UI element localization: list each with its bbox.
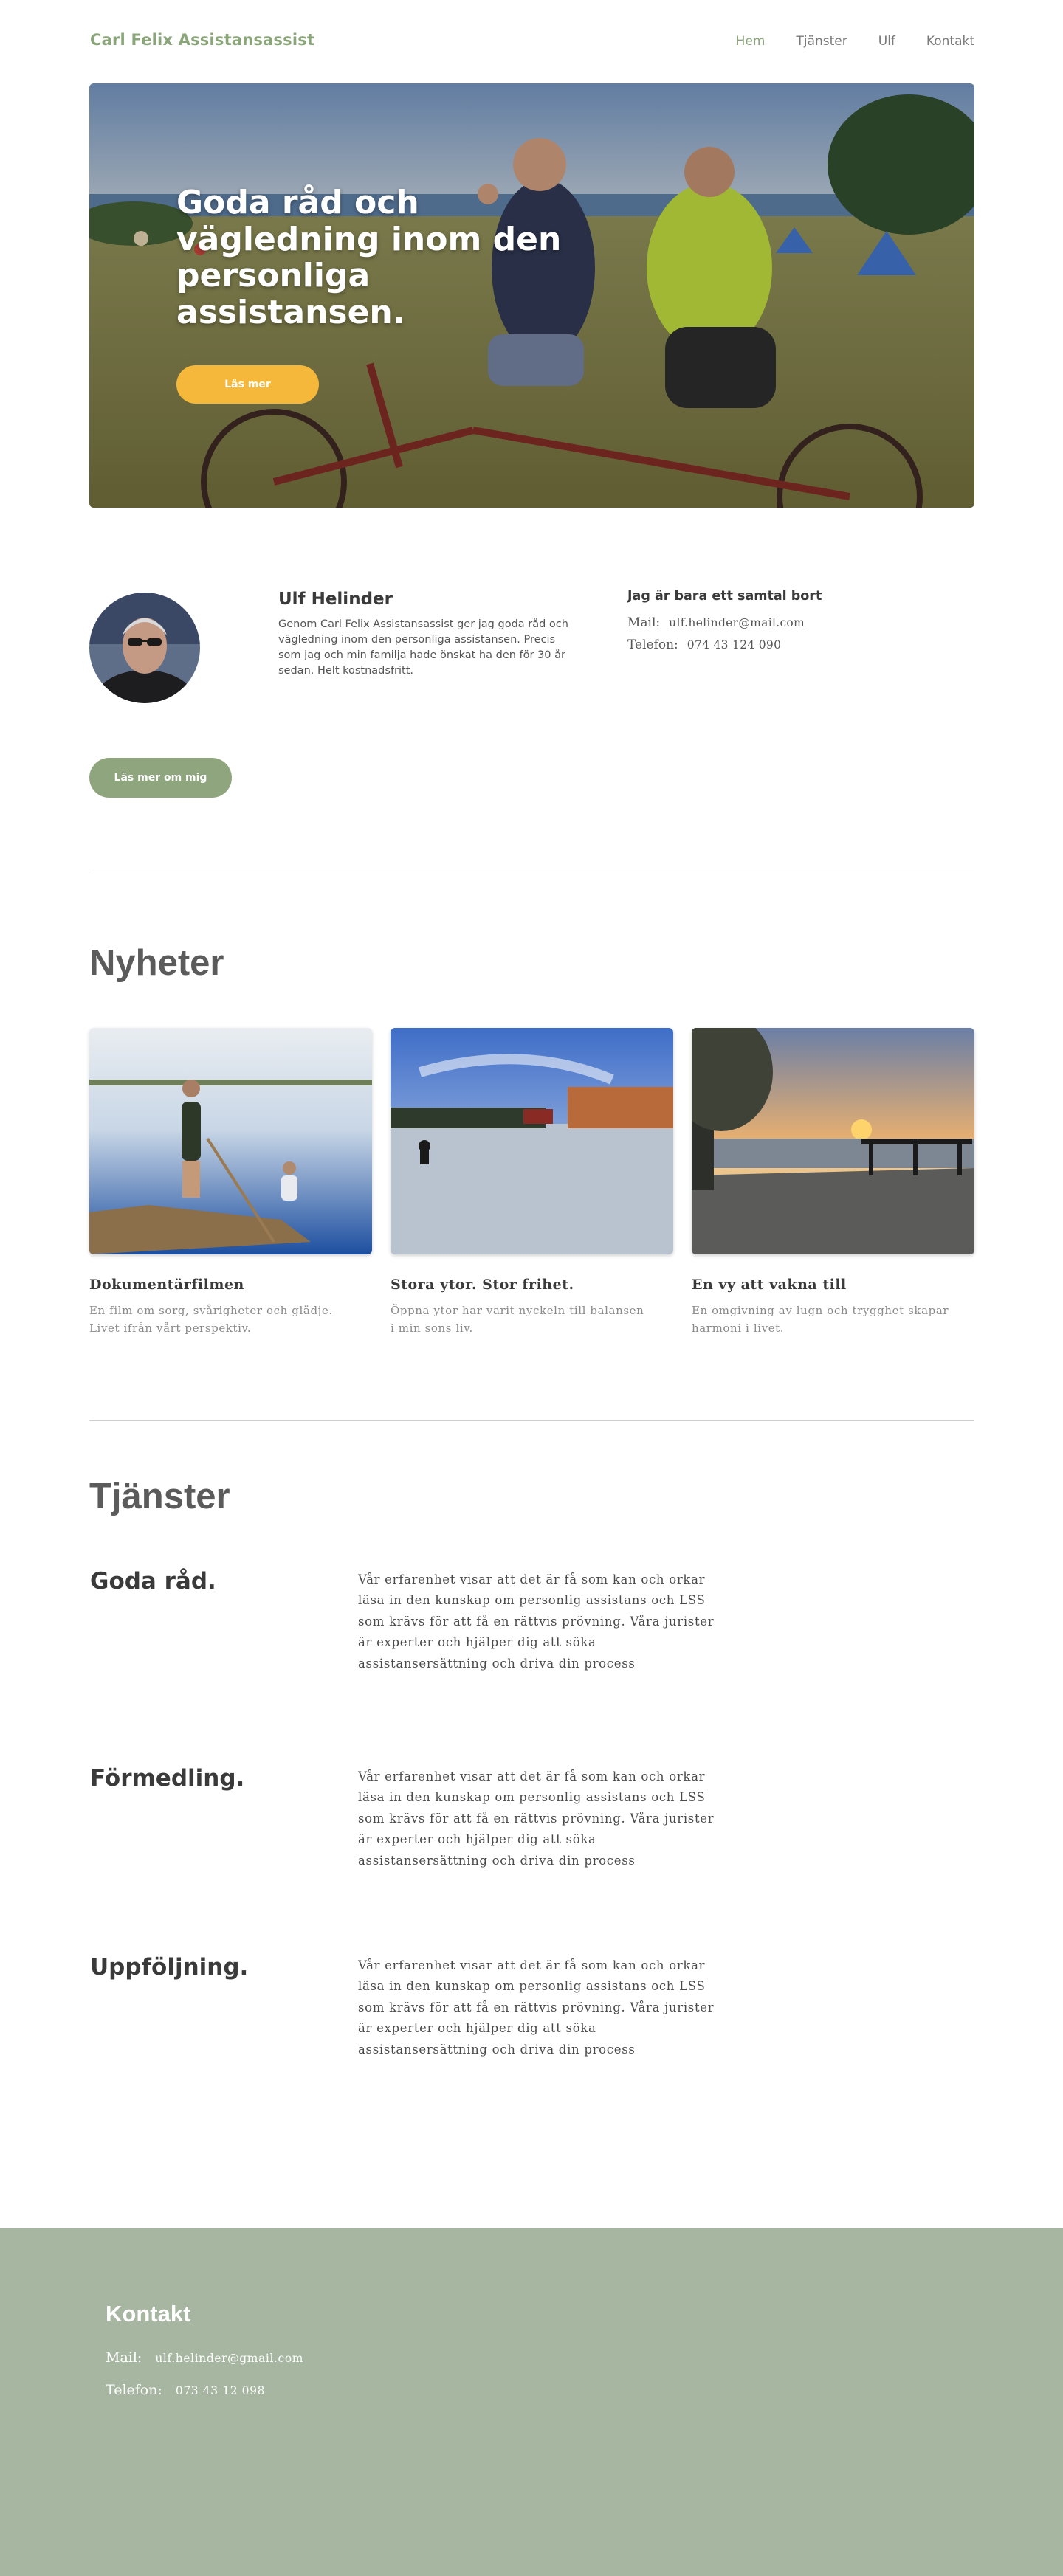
news-title[interactable]: Dokumentärfilmen — [89, 1277, 372, 1293]
news-desc: En omgivning av lugn och trygghet skapar… — [692, 1304, 949, 1335]
news-card[interactable]: Stora ytor. Stor frihet. Öppna ytor har … — [391, 1028, 673, 1337]
service-text: Vår erfarenhet visar att det är få som k… — [358, 1572, 715, 1671]
footer-title: Kontakt — [106, 2301, 191, 2327]
news-image — [89, 1028, 372, 1254]
footer-phone-link[interactable]: 073 43 12 098 — [176, 2384, 265, 2397]
footer-phone-label: Telefon: — [106, 2382, 162, 2398]
hero-title: Goda råd och vägledning inom den personl… — [176, 184, 562, 332]
nav-link-hem[interactable]: Hem — [736, 34, 766, 49]
read-more-about-me-button[interactable]: Läs mer om mig — [89, 758, 232, 798]
service-title-formedling: Förmedling. — [90, 1765, 245, 1792]
footer-mail-label: Mail: — [106, 2349, 142, 2366]
news-desc: En film om sorg, svårigheter och glädje.… — [89, 1304, 333, 1335]
page: Carl Felix Assistansassist Hem Tjänster … — [0, 0, 1063, 2576]
nav-link-tjanster[interactable]: Tjänster — [796, 34, 847, 49]
nav-link-ulf[interactable]: Ulf — [878, 34, 895, 49]
mail-label: Mail: — [627, 615, 661, 630]
news-desc: Öppna ytor har varit nyckeln till balans… — [391, 1304, 644, 1335]
news-title[interactable]: En vy att vakna till — [692, 1277, 974, 1293]
service-title-goda-rad: Goda råd. — [90, 1568, 216, 1595]
brand-logo-link[interactable]: Carl Felix Assistansassist — [90, 31, 314, 49]
news-card[interactable]: En vy att vakna till En omgivning av lug… — [692, 1028, 974, 1337]
footer-phone-line: Telefon: 073 43 12 098 — [106, 2382, 265, 2398]
footer-mail-link[interactable]: ulf.helinder@gmail.com — [155, 2352, 303, 2365]
news-section-title: Nyheter — [89, 943, 224, 983]
hero-banner: Goda råd och vägledning inom den personl… — [89, 83, 974, 508]
services-section-title: Tjänster — [89, 1477, 230, 1516]
site-header: Carl Felix Assistansassist Hem Tjänster … — [0, 0, 1063, 84]
news-title[interactable]: Stora ytor. Stor frihet. — [391, 1277, 673, 1293]
footer-mail-line: Mail: ulf.helinder@gmail.com — [106, 2349, 303, 2366]
about-name: Ulf Helinder — [278, 590, 393, 609]
news-image — [692, 1028, 974, 1254]
main-nav: Hem Tjänster Ulf Kontakt — [705, 34, 974, 49]
news-image — [391, 1028, 673, 1254]
about-phone-line: Telefon: 074 43 124 090 — [627, 638, 781, 652]
avatar — [89, 593, 200, 703]
news-card[interactable]: Dokumentärfilmen En film om sorg, svårig… — [89, 1028, 372, 1337]
divider — [89, 1420, 974, 1421]
contact-heading: Jag är bara ett samtal bort — [627, 589, 822, 604]
phone-label: Telefon: — [627, 638, 678, 652]
avatar-photo — [89, 593, 200, 703]
service-text: Vår erfarenhet visar att det är få som k… — [358, 1958, 715, 2057]
nav-link-kontakt[interactable]: Kontakt — [926, 34, 974, 49]
about-text: Genom Carl Felix Assistansassist ger jag… — [278, 618, 568, 677]
mail-link[interactable]: ulf.helinder@mail.com — [669, 616, 805, 629]
service-title-uppfoljning: Uppföljning. — [90, 1954, 249, 1981]
site-footer: Kontakt Mail: ulf.helinder@gmail.com Tele… — [0, 2228, 1063, 2576]
read-more-button[interactable]: Läs mer — [176, 365, 319, 404]
service-text: Vår erfarenhet visar att det är få som k… — [358, 1769, 715, 1868]
phone-link[interactable]: 074 43 124 090 — [687, 638, 781, 652]
about-mail-line: Mail: ulf.helinder@mail.com — [627, 615, 805, 630]
